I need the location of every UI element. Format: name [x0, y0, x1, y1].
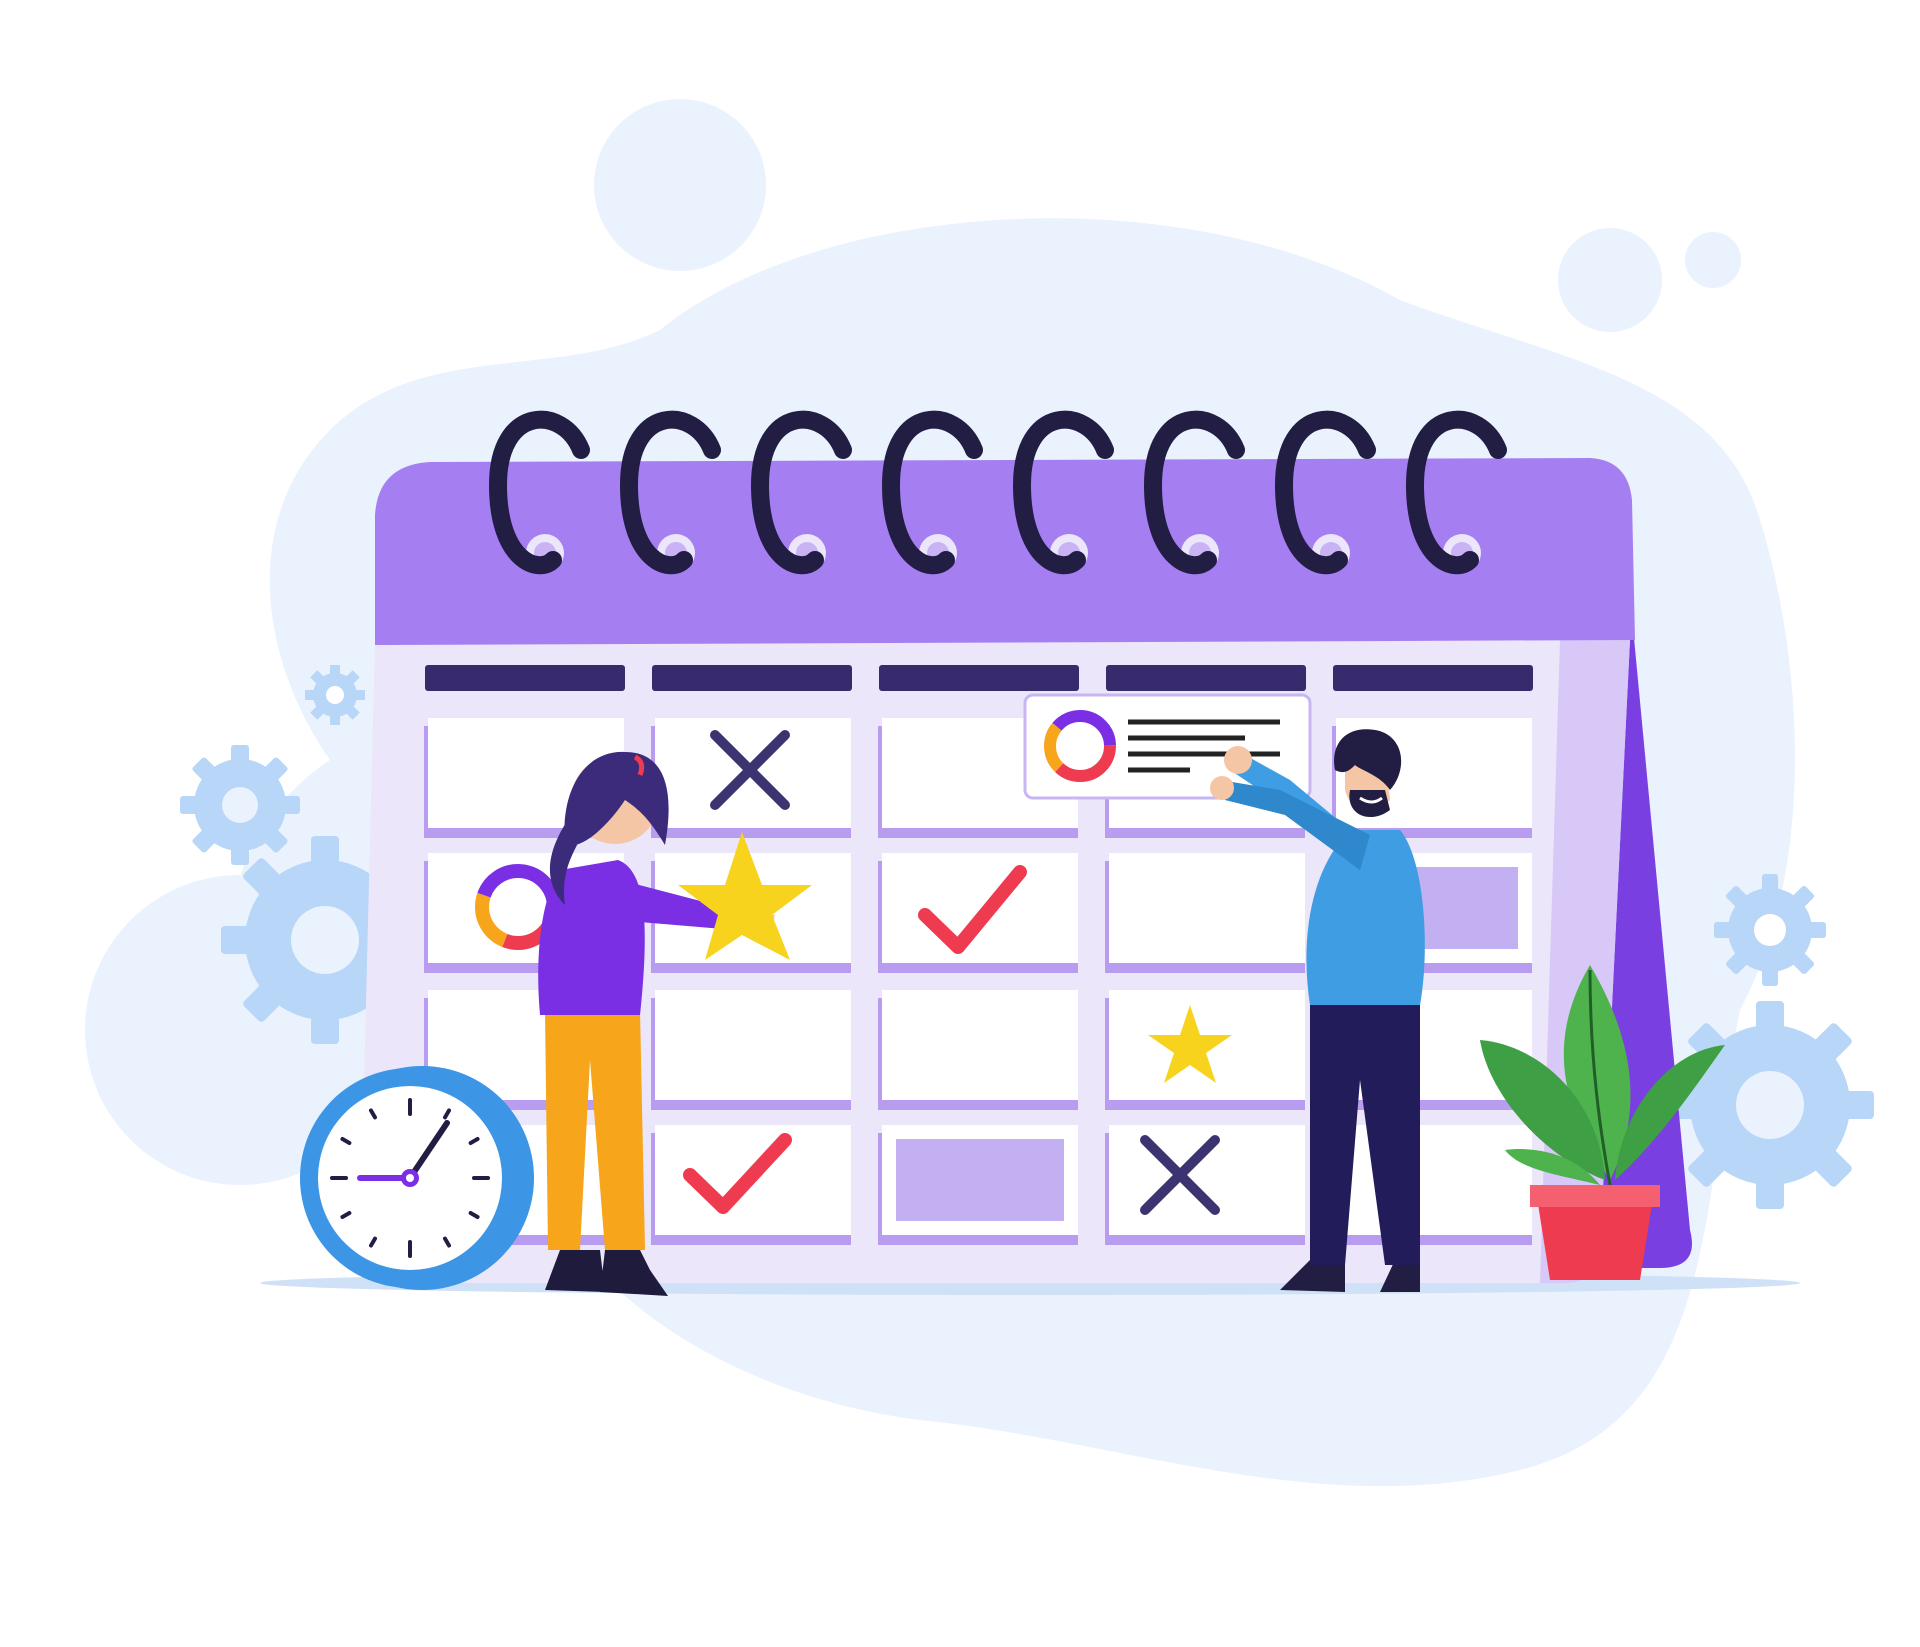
clock-icon — [300, 1066, 534, 1290]
weekday-bars — [425, 665, 1533, 691]
illustration-canvas — [85, 99, 1874, 1487]
calendar-cell — [1109, 853, 1305, 963]
calendar-cell — [882, 853, 1078, 963]
calendar-illustration — [0, 0, 1920, 1647]
filled-cell-block — [896, 1139, 1064, 1221]
calendar-cell — [1336, 1125, 1532, 1235]
calendar-cell — [882, 990, 1078, 1100]
calendar-cell — [655, 990, 851, 1100]
